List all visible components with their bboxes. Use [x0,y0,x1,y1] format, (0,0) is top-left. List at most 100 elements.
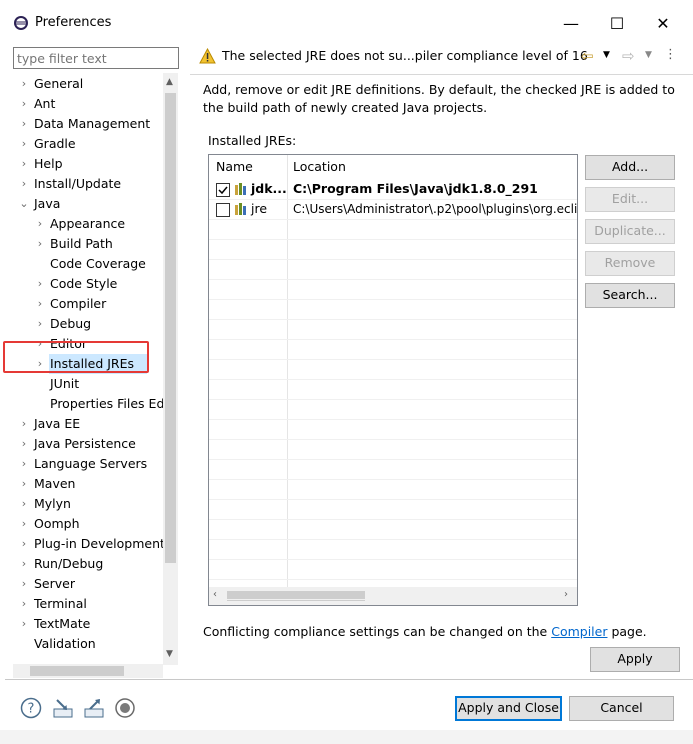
add-button[interactable]: Add... [585,155,675,180]
tree-item-oomph[interactable]: › Oomph [5,514,163,534]
column-header-location[interactable]: Location [293,155,346,179]
record-icon[interactable] [114,697,136,719]
search-button[interactable]: Search... [585,283,675,308]
collapsed-chevron-icon[interactable]: › [19,74,29,94]
tree-item-build-path[interactable]: › Build Path [5,234,163,254]
tree-item-properties-files-edi[interactable]: Properties Files Edi [5,394,163,414]
row-gridline [209,439,577,440]
remove-button[interactable]: Remove [585,251,675,276]
collapsed-chevron-icon[interactable]: › [19,454,29,474]
page-description: Add, remove or edit JRE definitions. By … [203,82,675,115]
collapsed-chevron-icon[interactable]: › [19,494,29,514]
tree-item-data-management[interactable]: › Data Management [5,114,163,134]
tree-item-java-ee[interactable]: › Java EE [5,414,163,434]
collapsed-chevron-icon[interactable]: › [19,554,29,574]
checkmark-icon [218,186,228,195]
scroll-down-arrow-icon[interactable]: ▼ [166,649,173,659]
tree-item-help[interactable]: › Help [5,154,163,174]
tree-item-ant[interactable]: › Ant [5,94,163,114]
jre-table[interactable]: Name Location ‹ › jdk... C:\Program Files… [208,154,578,606]
tree-item-run-debug[interactable]: › Run/Debug [5,554,163,574]
tree-item-gradle[interactable]: › Gradle [5,134,163,154]
jre-checkbox[interactable] [216,203,230,217]
collapsed-chevron-icon[interactable]: › [19,434,29,454]
collapsed-chevron-icon[interactable]: › [19,114,29,134]
collapsed-chevron-icon[interactable]: › [19,594,29,614]
collapsed-chevron-icon[interactable]: › [19,94,29,114]
tree-item-debug[interactable]: › Debug [5,314,163,334]
compiler-link[interactable]: Compiler [551,624,607,639]
svg-text:?: ? [28,702,35,717]
tree-scroll-thumb[interactable] [165,93,176,563]
row-gridline [209,479,577,480]
tree-item-code-style[interactable]: › Code Style [5,274,163,294]
tree-item-junit[interactable]: JUnit [5,374,163,394]
back-dropdown-icon[interactable]: ▼ [603,50,610,60]
tree-item-install-update[interactable]: › Install/Update [5,174,163,194]
export-icon[interactable] [83,697,105,719]
tree-item-compiler[interactable]: › Compiler [5,294,163,314]
collapsed-chevron-icon[interactable]: › [19,414,29,434]
jre-row[interactable]: jre C:\Users\Administrator\.p2\pool\plugi… [209,199,577,219]
tree-item-general[interactable]: › General [5,74,163,94]
help-icon[interactable]: ? [20,697,42,719]
compliance-note-text: Conflicting compliance settings can be c… [203,624,552,639]
collapsed-chevron-icon[interactable]: › [19,574,29,594]
maximize-button[interactable]: ☐ [594,10,640,38]
tree-item-terminal[interactable]: › Terminal [5,594,163,614]
tree-hscroll-thumb[interactable] [30,666,124,676]
import-icon[interactable] [52,697,74,719]
tree-item-plug-in-development[interactable]: › Plug-in Development [5,534,163,554]
tree-item-server[interactable]: › Server [5,574,163,594]
apply-button[interactable]: Apply [590,647,680,672]
tree-item-mylyn[interactable]: › Mylyn [5,494,163,514]
collapsed-chevron-icon[interactable]: › [19,534,29,554]
row-gridline [209,319,577,320]
expanded-chevron-icon[interactable]: ⌄ [19,194,29,214]
tree-item-validation[interactable]: Validation [5,634,163,654]
tree-item-java-persistence[interactable]: › Java Persistence [5,434,163,454]
forward-arrow-icon[interactable]: ⇨ [622,47,635,65]
back-arrow-icon[interactable]: ⇦ [581,47,594,65]
row-gridline [209,419,577,420]
tree-item-label: Code Style [50,276,118,291]
collapsed-chevron-icon[interactable]: › [35,294,45,314]
view-menu-icon[interactable]: ⋮ [664,47,677,62]
collapsed-chevron-icon[interactable]: › [35,214,45,234]
collapsed-chevron-icon[interactable]: › [19,134,29,154]
tree-item-java[interactable]: ⌄ Java [5,194,163,214]
compliance-note-end: page. [607,624,647,639]
tree-item-label: Install/Update [34,176,122,191]
collapsed-chevron-icon[interactable]: › [19,474,29,494]
tree-item-appearance[interactable]: › Appearance [5,214,163,234]
jre-checkbox[interactable] [216,183,230,197]
tree-item-label: Compiler [50,296,107,311]
row-gridline [209,559,577,560]
tree-item-code-coverage[interactable]: Code Coverage [5,254,163,274]
row-gridline [209,359,577,360]
edit-button[interactable]: Edit... [585,187,675,212]
collapsed-chevron-icon[interactable]: › [35,274,45,294]
collapsed-chevron-icon[interactable]: › [19,514,29,534]
row-gridline [209,499,577,500]
filter-input[interactable] [13,47,179,69]
close-button[interactable]: ✕ [640,10,686,38]
collapsed-chevron-icon[interactable]: › [35,234,45,254]
collapsed-chevron-icon[interactable]: › [19,614,29,634]
minimize-button[interactable]: — [548,10,594,38]
collapsed-chevron-icon[interactable]: › [19,154,29,174]
scroll-up-arrow-icon[interactable]: ▲ [166,77,173,87]
collapsed-chevron-icon[interactable]: › [35,314,45,334]
forward-dropdown-icon[interactable]: ▼ [645,50,652,60]
tree-item-language-servers[interactable]: › Language Servers [5,454,163,474]
column-header-name[interactable]: Name [216,155,253,179]
duplicate-button[interactable]: Duplicate... [585,219,675,244]
tree-item-textmate[interactable]: › TextMate [5,614,163,634]
tree-item-maven[interactable]: › Maven [5,474,163,494]
collapsed-chevron-icon[interactable]: › [19,174,29,194]
jre-row[interactable]: jdk... C:\Program Files\Java\jdk1.8.0_291 [209,179,577,199]
tree-item-label: Validation [34,636,96,651]
apply-and-close-button[interactable]: Apply and Close [455,696,562,721]
cancel-button[interactable]: Cancel [569,696,674,721]
tree-item-label: Java Persistence [34,436,136,451]
